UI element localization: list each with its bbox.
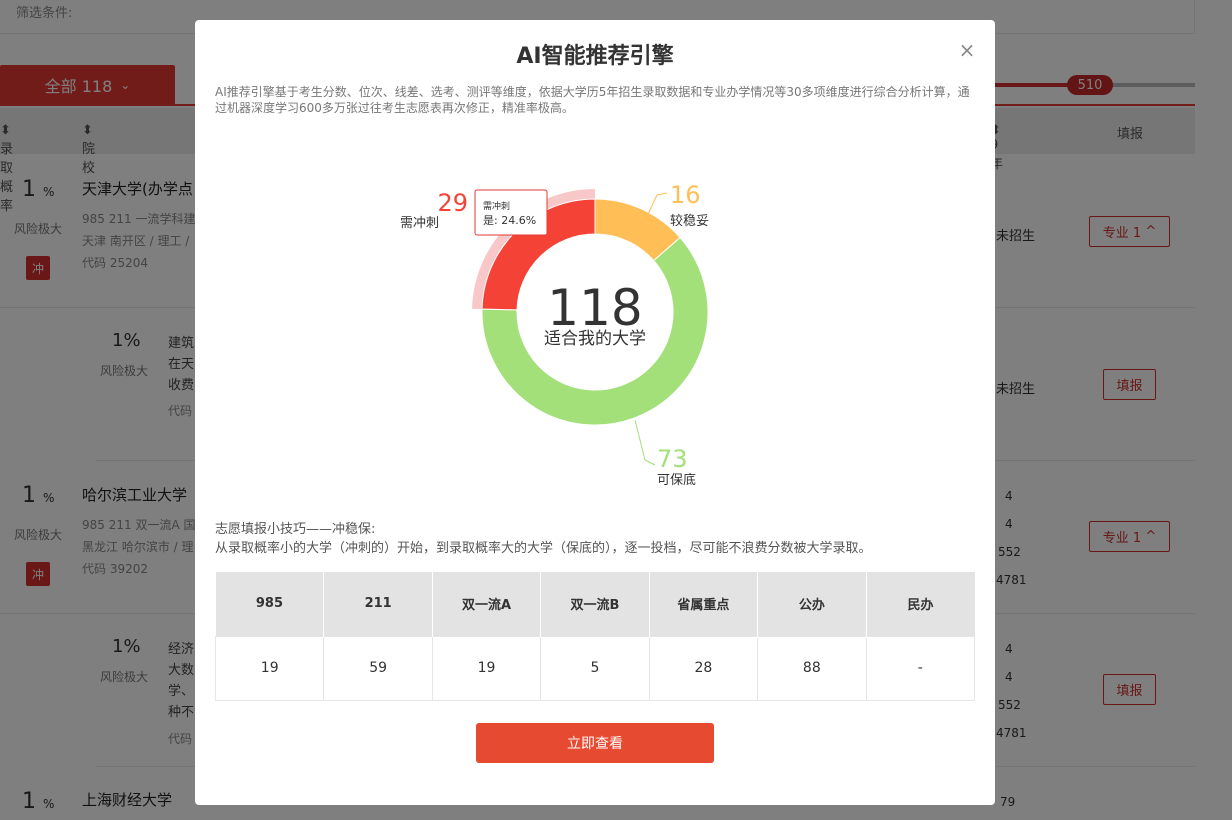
stats-value: -	[865, 635, 976, 701]
stats-value: 19	[431, 635, 542, 701]
stats-header: 双一流A	[432, 572, 542, 636]
slice-name-label: 需冲刺	[400, 216, 439, 231]
stats-header: 民办	[866, 572, 975, 636]
view-now-button[interactable]: 立即查看	[476, 723, 714, 763]
stats-header: 985	[215, 572, 325, 636]
stats-header: 双一流B	[540, 572, 650, 636]
tips-body: 从录取概率小的大学（冲刺的）开始，到录取概率大的大学（保底的），逐一投档，尽可能…	[215, 541, 872, 556]
slice-name-label: 较稳妥	[670, 213, 709, 229]
stats-header: 省属重点	[649, 572, 759, 636]
donut-chart: 16较稳妥73可保底29需冲刺 118 适合我的大学 需冲刺 是: 24.6%	[400, 181, 709, 488]
stats-value-row: 19 59 19 5 28 88 -	[214, 635, 976, 701]
chart-center-label: 适合我的大学	[544, 329, 646, 349]
stats-value: 19	[214, 635, 325, 701]
chart-tooltip: 需冲刺 是: 24.6%	[474, 189, 548, 236]
stats-header: 211	[323, 572, 433, 636]
ai-recommend-modal: AI智能推荐引擎 × AI推荐引擎基于考生分数、位次、线差、选考、测评等维度，依…	[195, 20, 995, 805]
close-icon[interactable]: ×	[957, 40, 977, 60]
modal-title: AI智能推荐引擎	[516, 44, 674, 69]
label-leader-line	[634, 419, 656, 466]
tooltip-title: 需冲刺	[483, 200, 510, 212]
slice-name-label: 可保底	[657, 472, 696, 488]
slice-value-label: 73	[657, 445, 688, 473]
slice-value-label: 29	[437, 189, 468, 217]
stats-header: 公办	[757, 572, 867, 636]
stats-value: 5	[540, 635, 650, 701]
stats-header-row: 985 211 双一流A 双一流B 省属重点 公办 民办	[215, 572, 975, 636]
modal-description: AI推荐引擎基于考生分数、位次、线差、选考、测评等维度，依据大学历5年招生录取数…	[215, 85, 970, 115]
stats-value: 88	[757, 635, 867, 701]
tips-title: 志愿填报小技巧——冲稳保:	[215, 522, 376, 537]
tooltip-value: 是: 24.6%	[483, 214, 536, 227]
stats-table: 985 211 双一流A 双一流B 省属重点 公办 民办 19 59 19 5 …	[214, 572, 976, 701]
stats-value: 28	[648, 635, 759, 701]
stats-value: 59	[323, 635, 433, 701]
slice-value-label: 16	[670, 181, 701, 209]
